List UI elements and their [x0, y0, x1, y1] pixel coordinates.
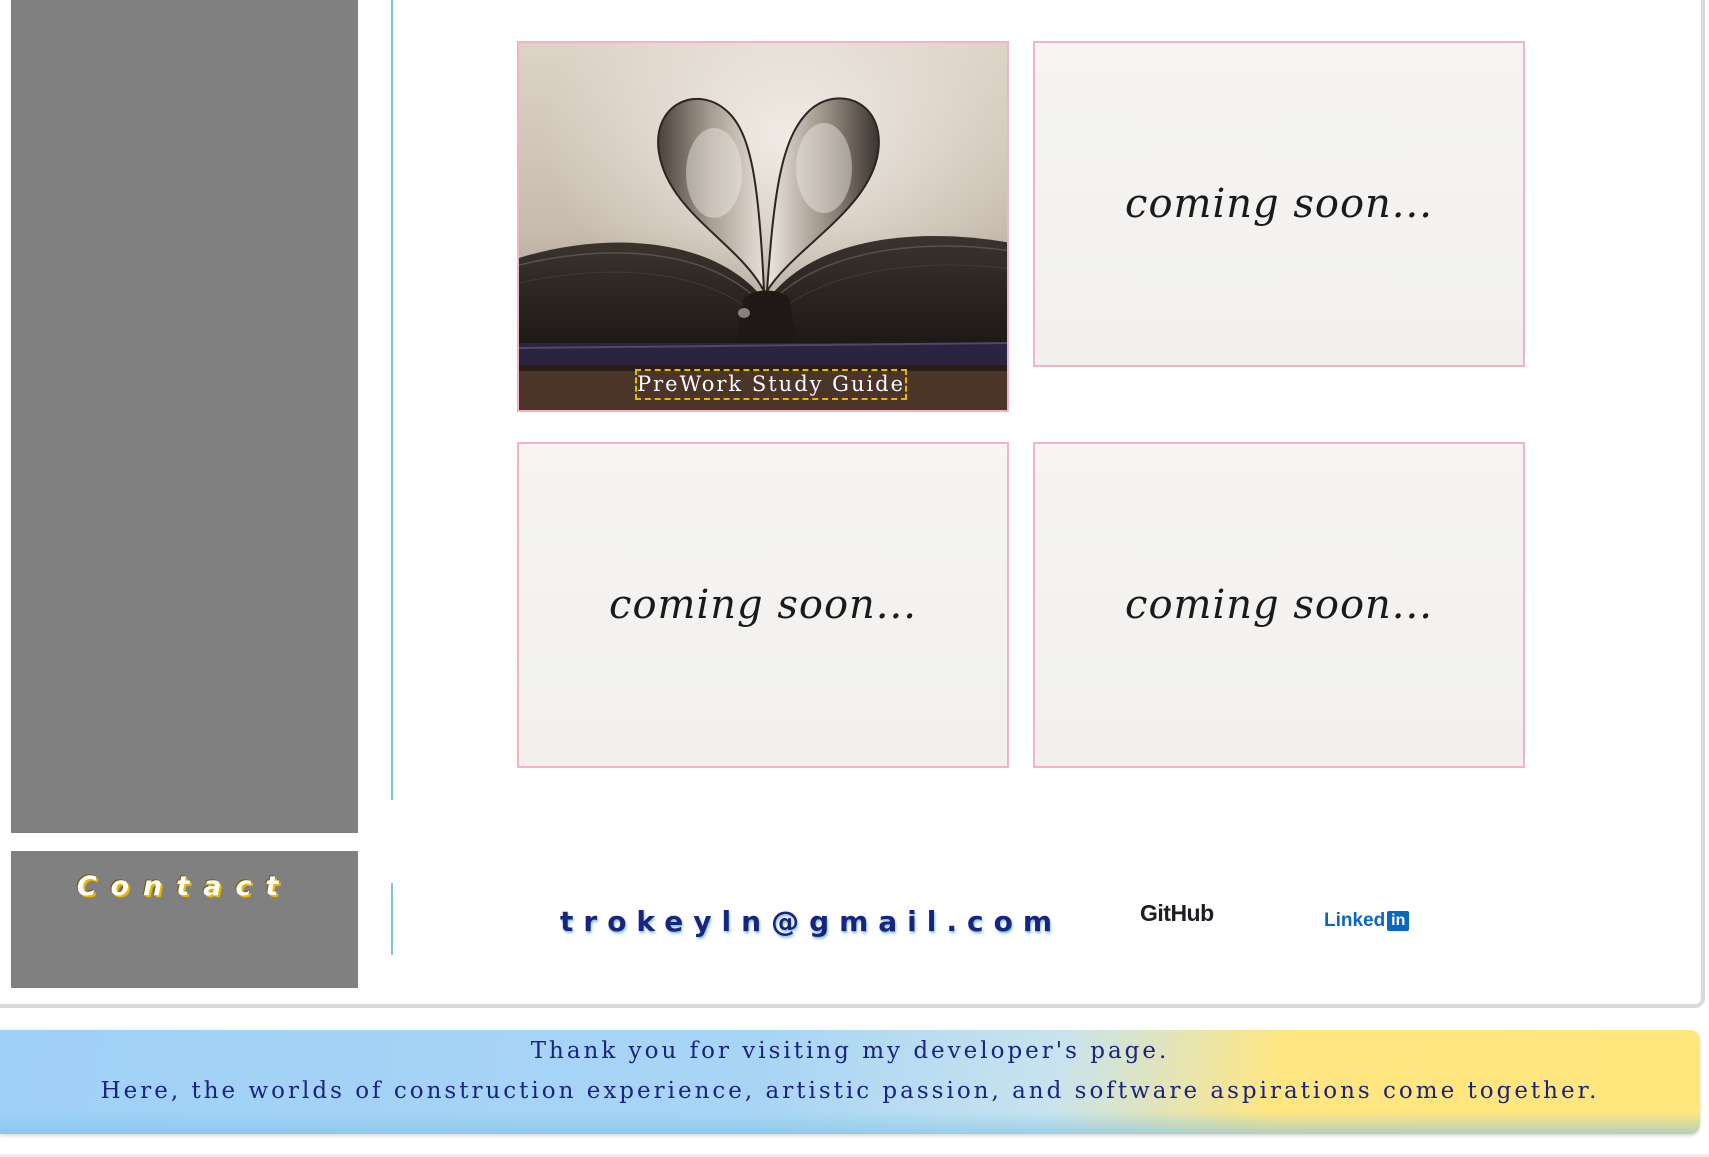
coming-soon-card: coming soon... — [1033, 442, 1525, 768]
contact-divider — [391, 883, 393, 955]
footer-tagline-text: Here, the worlds of construction experie… — [100, 1078, 1600, 1104]
linkedin-icon: in — [1387, 911, 1410, 931]
coming-soon-text: coming soon... — [1125, 181, 1433, 227]
email-link[interactable]: trokeyln@gmail.com — [560, 905, 1060, 938]
site-footer: Thank you for visiting my developer's pa… — [0, 1030, 1700, 1134]
heart-book-image — [519, 43, 1007, 410]
section-divider — [391, 0, 393, 800]
prework-study-guide-card[interactable]: PreWork Study Guide — [517, 41, 1009, 412]
contact-heading: Contact — [76, 871, 293, 902]
coming-soon-card: coming soon... — [517, 442, 1009, 768]
coming-soon-card: coming soon... — [1033, 41, 1525, 367]
coming-soon-text: coming soon... — [609, 582, 917, 628]
coming-soon-text: coming soon... — [1125, 582, 1433, 628]
linkedin-link[interactable]: Linked in — [1324, 910, 1410, 932]
prework-study-guide-caption[interactable]: PreWork Study Guide — [635, 369, 907, 400]
github-link[interactable]: GitHub — [1140, 900, 1214, 927]
sidebar-panel — [11, 0, 358, 833]
footer-thanks-text: Thank you for visiting my developer's pa… — [530, 1038, 1170, 1064]
contact-sidebar-panel: Contact — [11, 851, 358, 988]
linkedin-label: Linked — [1324, 910, 1386, 931]
